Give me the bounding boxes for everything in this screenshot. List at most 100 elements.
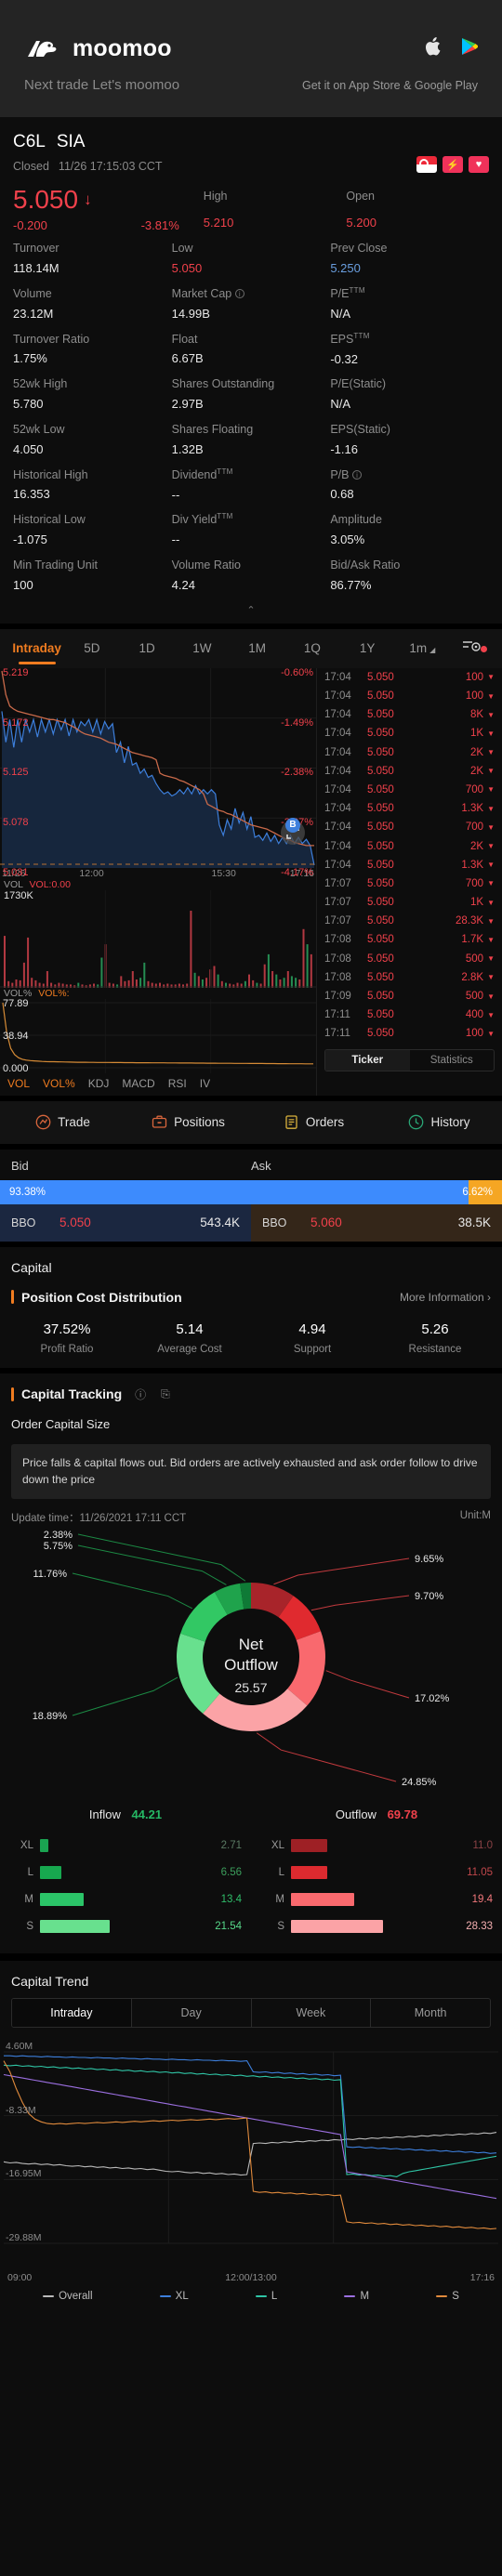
legend-item-xl[interactable]: XL [159,2291,189,2302]
moomoo-logo: moomoo [24,35,172,62]
legend-swatch [436,2294,448,2298]
stat-cell: Historical High 16.353 [13,459,172,505]
legend-item-s[interactable]: S [436,2291,459,2302]
ticker-price: 5.050 [367,746,394,758]
stat-label-superscript: TTM [349,285,365,295]
action-bar[interactable]: Trade Positions Orders History [0,1100,502,1144]
chevron-down-icon: ◢ [429,645,436,654]
expand-toggle[interactable]: ⌃ [0,595,502,624]
action-positions[interactable]: Positions [126,1114,251,1130]
chart-tab-1q[interactable]: 1Q [284,629,339,668]
trend-tab-week[interactable]: Week [252,1998,372,2027]
trend-y-tick: -16.95M [6,2168,42,2180]
sg-flag-icon [416,156,437,173]
chart-column[interactable]: 5.219-0.60%5.172-1.49%5.125-2.38%5.078-3… [0,667,316,1096]
capital-hint-text: Price falls & capital flows out. Bid ord… [11,1443,491,1499]
chart-period-tabs[interactable]: Intraday 5D 1D 1W 1M 1Q 1Y 1m ◢ [0,628,502,668]
stat-value: 0.68 [330,487,354,502]
flow-key: M [24,1894,33,1906]
position-metric-label: Resistance [408,1343,462,1355]
action-history[interactable]: History [376,1114,502,1130]
position-metric-value: 4.94 [298,1321,326,1337]
bid-ratio-value: 93.38% [9,1186,46,1198]
ticker-statistics-switch[interactable]: Ticker Statistics [324,1048,495,1071]
indicator-rsi[interactable]: RSI [168,1077,187,1090]
stat-label: Min Trading Unit [13,559,99,572]
market-status: Closed [13,160,49,173]
flow-bar [40,1920,111,1934]
promo-tagline: Next trade Let's moomoo [24,77,180,93]
quote-stats-grid: Turnover 118.14M Low 5.050 Prev Close 5.250 Vo… [0,232,502,594]
statistics-tab[interactable]: Statistics [410,1050,495,1071]
ticker-row: 17:04 5.050 100 ▼ [317,668,502,687]
capital-trend-legend[interactable]: Overall XL L M S [0,2285,502,2313]
outflow-total: 69.78 [387,1807,418,1821]
ask-row[interactable]: BBO 5.060 38.5K [251,1203,502,1242]
ticker-row: 17:04 5.050 2K ▼ [317,743,502,762]
capital-trend-tabs[interactable]: Intraday Day Week Month [11,1997,491,2028]
chart-tab-1y[interactable]: 1Y [340,629,395,668]
flow-bar [291,1866,327,1880]
ticker-column[interactable]: 17:04 5.050 100 ▼ 17:04 5.050 100 ▼ 17:04 5.050 8K… [316,667,502,1096]
chart-tab-5d[interactable]: 5D [64,629,119,668]
chart-tab-1d[interactable]: 1D [120,629,175,668]
update-time-value: 11/26/2021 17:11 CCT [79,1512,187,1524]
legend-item-overall[interactable]: Overall [43,2291,93,2302]
change-absolute: -0.200 [13,218,47,233]
position-metric-label: Average Cost [157,1343,222,1355]
capital-trend-chart[interactable]: 4.60M -8.33M -16.95M -29.88M 09:00 12:00/13:… [0,2039,502,2285]
legend-item-l[interactable]: L [255,2291,277,2302]
trend-tab-day[interactable]: Day [132,1998,252,2027]
indicator-macd[interactable]: MACD [122,1077,154,1090]
position-metric-label: Profit Ratio [40,1343,94,1355]
legend-swatch [255,2294,267,2298]
apple-icon[interactable] [425,37,441,60]
info-circle-icon[interactable]: ⓘ [135,1387,146,1402]
info-icon[interactable]: i [234,288,244,298]
legend-swatch [43,2294,55,2298]
promo-cta-text[interactable]: Get it on App Store & Google Play [302,79,478,92]
volpct-chart[interactable]: 77.89 38.94 0.000 [0,998,316,1074]
trend-tab-intraday[interactable]: Intraday [12,1998,132,2027]
stat-label-superscript: TTM [217,512,233,521]
legend-item-m[interactable]: M [344,2291,369,2302]
ticker-time: 17:04 [324,728,351,740]
flow-row: M 13.4 [9,1886,242,1913]
position-metric: 37.52% Profit Ratio [6,1321,128,1355]
ticker-quantity: 2K [470,765,484,777]
arrow-down-icon: ▼ [487,992,495,1001]
heart-icon[interactable]: ♥ [469,156,489,173]
stat-value: -1.075 [13,532,47,547]
lightning-icon[interactable]: ⚡ [443,156,463,173]
ticker-row: 17:11 5.050 400 ▼ [317,1005,502,1024]
stat-value: 100 [13,577,33,592]
more-information-link[interactable]: More Information › [400,1291,491,1304]
unit-label: Unit:M [459,1509,491,1521]
chart-tab-1m[interactable]: 1m ◢ [395,629,450,668]
flow-value: 21.54 [215,1921,242,1933]
indicator-volpct[interactable]: VOL% [43,1077,75,1090]
ticker-row: 17:08 5.050 1.7K ▼ [317,930,502,949]
action-trade[interactable]: Trade [0,1114,126,1130]
chart-tab-1m[interactable]: 1M [230,629,284,668]
chart-tab-intraday[interactable]: Intraday [9,629,64,668]
indicator-iv[interactable]: IV [200,1077,210,1090]
bid-row[interactable]: BBO 5.050 543.4K [0,1203,251,1242]
volume-chart[interactable]: 1730K [0,889,316,988]
chart-settings-icon[interactable] [450,638,493,658]
indicator-kdj[interactable]: KDJ [88,1077,110,1090]
chart-tab-1w[interactable]: 1W [175,629,230,668]
action-orders[interactable]: Orders [251,1114,376,1130]
quote-header: C6L SIA Closed 11/26 17:15:03 CCT ⚡ ♥ [0,117,502,173]
google-play-icon[interactable] [461,37,479,60]
indicator-vol[interactable]: VOL [7,1077,30,1090]
ticker-time: 17:08 [324,934,351,946]
price-pct-tick: -2.38% [281,767,313,779]
ticker-price: 5.050 [367,971,394,983]
trend-tab-month[interactable]: Month [371,1999,490,2027]
ticker-rows: 17:04 5.050 100 ▼ 17:04 5.050 100 ▼ 17:04 5.050 8K… [317,668,502,1044]
share-icon[interactable]: ⎘ [161,1387,170,1401]
price-chart[interactable]: 5.219-0.60%5.172-1.49%5.125-2.38%5.078-3… [0,667,316,878]
info-icon[interactable]: i [351,469,362,480]
ticker-tab[interactable]: Ticker [325,1049,410,1071]
